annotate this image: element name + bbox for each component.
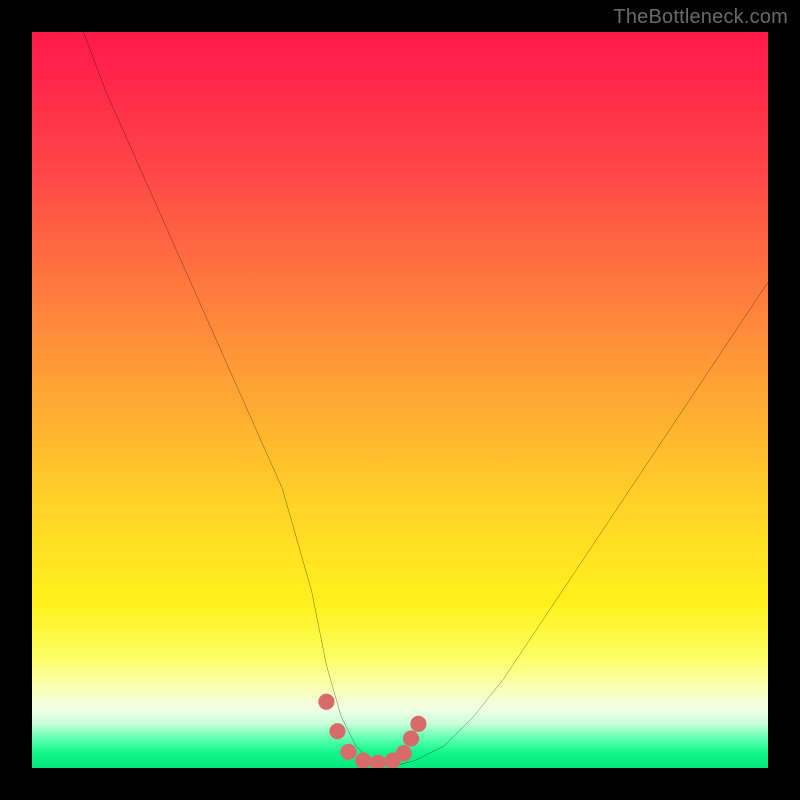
highlight-dot [370, 755, 386, 768]
chart-frame: TheBottleneck.com [0, 0, 800, 800]
highlight-dot [318, 694, 334, 710]
highlight-dot [403, 730, 419, 746]
watermark-text: TheBottleneck.com [613, 6, 788, 29]
highlight-dot [340, 744, 356, 760]
v-curve-path [84, 32, 768, 764]
highlight-dots [318, 694, 426, 768]
plot-area [32, 32, 768, 768]
highlight-dot [410, 716, 426, 732]
highlight-dot [355, 753, 371, 768]
curve-layer [32, 32, 768, 768]
highlight-dot [396, 745, 412, 761]
highlight-dot [329, 723, 345, 739]
